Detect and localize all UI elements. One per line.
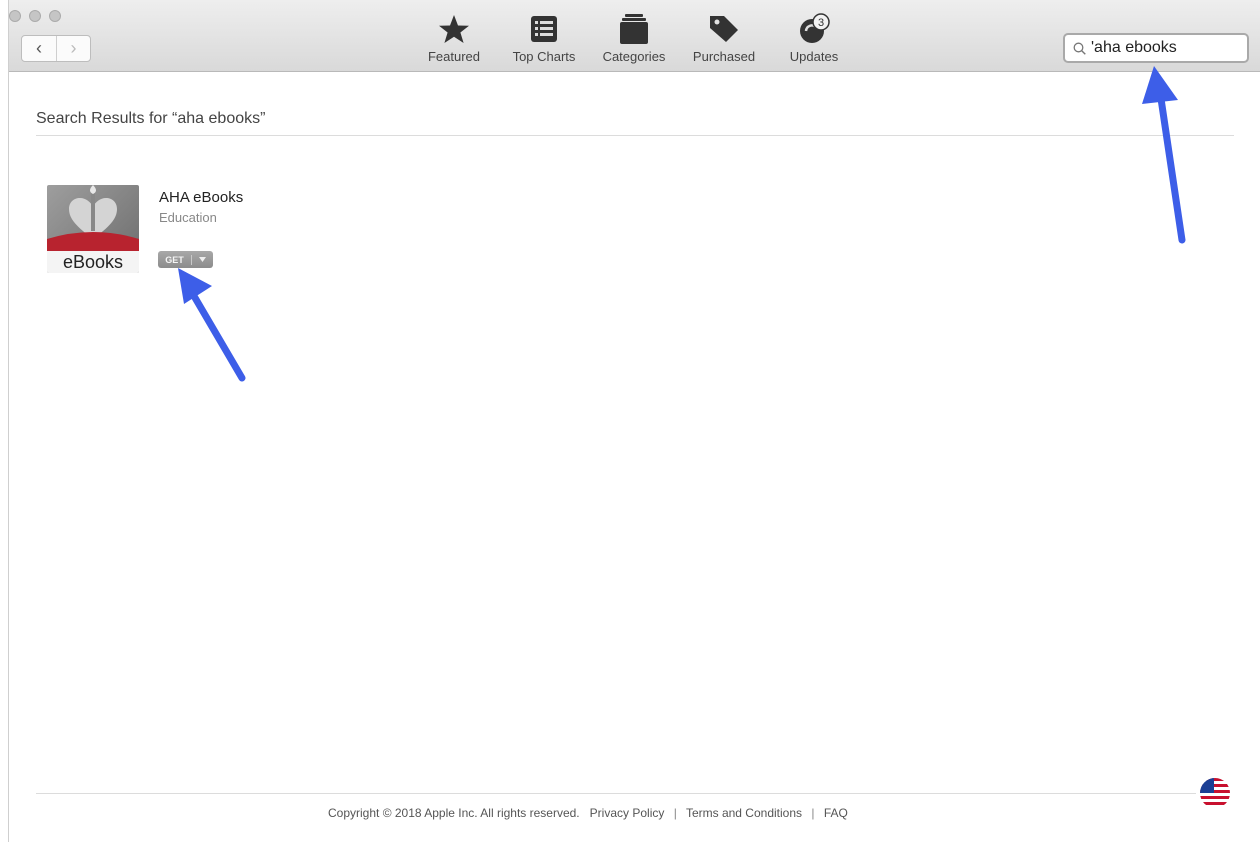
minimize-window-button[interactable] xyxy=(29,10,41,22)
tab-label: Featured xyxy=(427,49,481,64)
app-name-link[interactable]: AHA eBooks xyxy=(159,189,243,206)
stack-icon xyxy=(619,12,649,46)
terms-link[interactable]: Terms and Conditions xyxy=(686,806,802,820)
privacy-policy-link[interactable]: Privacy Policy xyxy=(590,806,665,820)
close-window-button[interactable] xyxy=(9,10,21,22)
separator: | xyxy=(673,806,677,820)
heart-torch-icon xyxy=(47,185,139,251)
toolbar: Featured Top Charts Categories Purchased xyxy=(409,12,859,64)
us-flag-icon[interactable] xyxy=(1200,778,1230,808)
search-input[interactable] xyxy=(1091,39,1241,57)
tab-featured[interactable]: Featured xyxy=(409,12,499,64)
app-icon-label: eBooks xyxy=(62,252,124,272)
app-icon[interactable]: eBooks xyxy=(47,185,139,273)
chevron-down-icon[interactable] xyxy=(192,257,213,262)
tab-purchased[interactable]: Purchased xyxy=(679,12,769,64)
window-controls xyxy=(9,10,61,22)
get-button[interactable]: GET xyxy=(158,251,213,268)
tab-top-charts[interactable]: Top Charts xyxy=(499,12,589,64)
footer: Copyright © 2018 Apple Inc. All rights r… xyxy=(328,806,848,820)
updates-icon: 3 xyxy=(798,12,830,46)
tab-label: Top Charts xyxy=(512,49,576,64)
back-button[interactable]: ‹ xyxy=(22,36,56,61)
divider xyxy=(36,135,1234,136)
search-icon xyxy=(1073,42,1086,55)
chevron-left-icon: ‹ xyxy=(36,38,42,58)
title-bar: ‹ › Featured Top Charts Categories Purch… xyxy=(9,0,1260,72)
divider xyxy=(36,793,1196,794)
app-category[interactable]: Education xyxy=(159,210,217,225)
tab-categories[interactable]: Categories xyxy=(589,12,679,64)
get-button-label: GET xyxy=(158,254,192,265)
faq-link[interactable]: FAQ xyxy=(824,806,848,820)
star-icon xyxy=(438,12,470,46)
copyright-text: Copyright © 2018 Apple Inc. All rights r… xyxy=(328,806,580,820)
app-store-window: ‹ › Featured Top Charts Categories Purch… xyxy=(8,0,1260,842)
tab-label: Updates xyxy=(789,49,839,64)
forward-button[interactable]: › xyxy=(56,36,90,61)
zoom-window-button[interactable] xyxy=(49,10,61,22)
tab-updates[interactable]: 3 Updates xyxy=(769,12,859,64)
search-field[interactable] xyxy=(1063,33,1249,63)
chevron-right-icon: › xyxy=(70,38,77,58)
tab-label: Categories xyxy=(602,49,666,64)
updates-badge: 3 xyxy=(818,17,824,29)
list-icon xyxy=(531,12,557,46)
tag-icon xyxy=(708,12,740,46)
tab-label: Purchased xyxy=(692,49,756,64)
navigation-buttons: ‹ › xyxy=(21,35,91,62)
separator: | xyxy=(811,806,815,820)
page-title: Search Results for “aha ebooks” xyxy=(36,110,266,127)
